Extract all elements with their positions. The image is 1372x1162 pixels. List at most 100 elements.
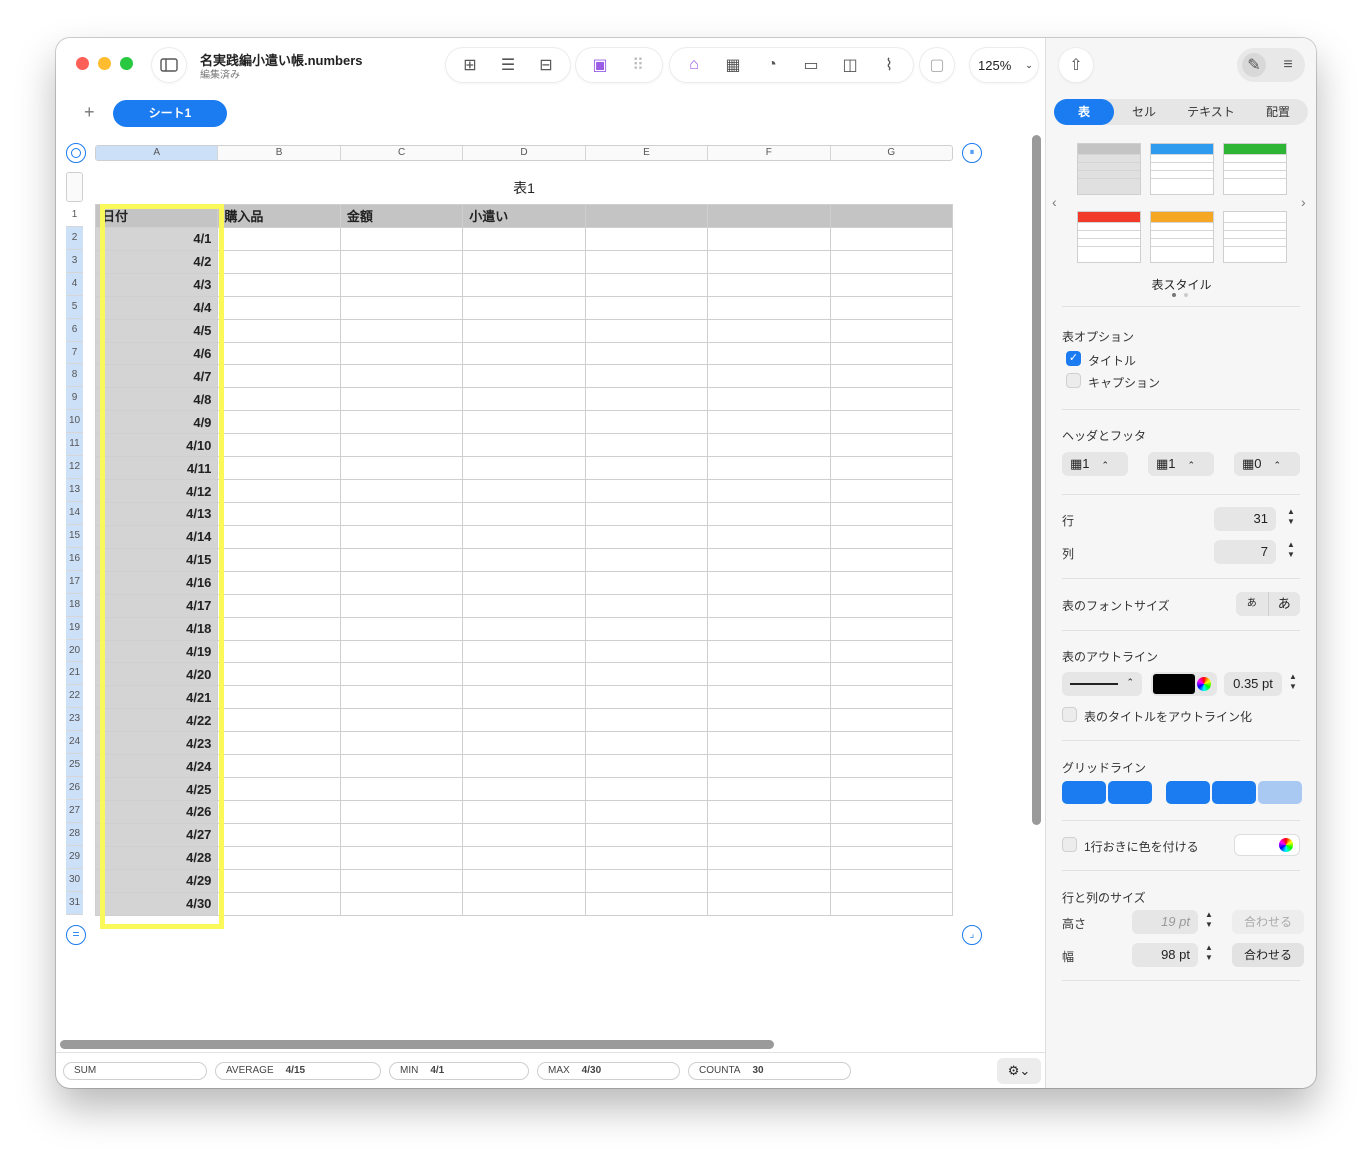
table-cell[interactable] [217,341,341,366]
table-cell[interactable] [707,570,831,595]
date-cell[interactable]: 4/7 [94,364,219,389]
row-header[interactable]: 26 [66,777,83,800]
outline-color-well[interactable] [1151,672,1217,696]
comment-button[interactable]: ▢ [920,48,954,82]
table-cell[interactable] [829,387,954,412]
gridline-horizontal-body-button[interactable] [1062,781,1106,804]
row-header[interactable]: 5 [66,295,83,319]
table-cell[interactable] [829,433,954,458]
table-cell[interactable] [339,410,464,435]
gridline-vertical-body-button[interactable] [1108,781,1152,804]
table-cell[interactable] [829,868,954,893]
date-cell[interactable]: 4/14 [94,524,219,549]
header-cell[interactable] [584,204,709,228]
minimize-window-button[interactable] [98,57,111,70]
table-cell[interactable] [462,639,586,664]
close-window-button[interactable] [76,57,89,70]
table-cell[interactable] [462,226,586,251]
column-header-c[interactable]: C [341,146,464,160]
table-cell[interactable] [339,616,464,641]
date-cell[interactable]: 4/10 [94,433,219,458]
share-button[interactable]: ⇧ [1059,48,1093,82]
table-cell[interactable] [584,822,709,847]
table-cell[interactable] [584,685,709,710]
table-cell[interactable] [707,249,831,274]
column-header-a[interactable]: A [96,146,219,160]
table-cell[interactable] [584,731,709,756]
alternate-color-well[interactable] [1234,834,1300,856]
row-header[interactable]: 21 [66,662,83,686]
table-cell[interactable] [217,226,341,251]
table-cell[interactable] [217,479,341,503]
date-cell[interactable]: 4/9 [94,410,219,435]
table-cell[interactable] [217,662,341,687]
outline-width-stepper[interactable]: ▲ ▼ [1286,672,1300,692]
table-cell[interactable] [707,524,831,549]
table-cell[interactable] [584,456,709,481]
cols-field[interactable]: 7 [1214,540,1276,564]
table-style-orange[interactable] [1150,211,1214,263]
column-header-e[interactable]: E [586,146,709,160]
table-cell[interactable] [339,456,464,481]
add-column-handle[interactable]: ⏸ [962,143,982,163]
row-header[interactable]: 18 [66,593,83,617]
table-cell[interactable] [829,249,954,274]
table-cell[interactable] [584,501,709,526]
table-cell[interactable] [707,868,831,893]
table-cell[interactable] [217,295,341,320]
gridline-header-col-button[interactable] [1212,781,1256,804]
row-header[interactable]: 27 [66,799,83,823]
date-cell[interactable]: 4/12 [94,479,219,503]
header-cell[interactable]: 金額 [339,204,464,228]
row-header[interactable]: 1 [66,204,83,227]
table-cell[interactable] [339,226,464,251]
add-row-icon[interactable]: ⊞ [458,53,482,77]
horizontal-scrollbar[interactable] [60,1040,774,1049]
table-cell[interactable] [217,845,341,870]
date-cell[interactable]: 4/15 [94,547,219,572]
table-cell[interactable] [707,410,831,435]
table-cell[interactable] [339,387,464,412]
tab-arrange[interactable]: 配置 [1248,99,1308,125]
outline-title-checkbox[interactable] [1062,707,1077,722]
table-cell[interactable] [829,639,954,664]
table-cell[interactable] [829,754,954,779]
title-checkbox[interactable]: ✓ [1066,351,1081,366]
table-cell[interactable] [584,479,709,503]
table-cell[interactable] [462,868,586,893]
table-cell[interactable] [584,616,709,641]
sidebar-toggle-button[interactable] [152,48,186,82]
table-cell[interactable] [584,708,709,733]
table-cell[interactable] [707,272,831,297]
table-cell[interactable] [707,731,831,756]
table-cell[interactable] [829,822,954,847]
width-stepper[interactable]: ▲ ▼ [1202,943,1216,963]
table-cell[interactable] [707,433,831,458]
table-style-gray[interactable] [1077,143,1141,195]
table-cell[interactable] [217,616,341,641]
table-cell[interactable] [462,822,586,847]
cols-stepper[interactable]: ▲ ▼ [1284,540,1298,560]
table-cell[interactable] [339,822,464,847]
table-cell[interactable] [217,318,341,343]
date-cell[interactable]: 4/25 [94,777,219,801]
table-cell[interactable] [829,479,954,503]
date-cell[interactable]: 4/24 [94,754,219,779]
table-cell[interactable] [707,822,831,847]
table-cell[interactable] [339,891,464,916]
table-cell[interactable] [829,891,954,916]
table-cell[interactable] [829,456,954,481]
table-cell[interactable] [217,639,341,664]
table-cell[interactable] [339,868,464,893]
table-style-plain[interactable] [1223,211,1287,263]
table-cell[interactable] [217,410,341,435]
table-cell[interactable] [829,547,954,572]
date-cell[interactable]: 4/8 [94,387,219,412]
row-header[interactable]: 25 [66,754,83,778]
table-cell[interactable] [217,708,341,733]
table-cell[interactable] [707,547,831,572]
date-cell[interactable]: 4/26 [94,799,219,824]
table-cell[interactable] [829,662,954,687]
table-cell[interactable] [707,364,831,389]
table-cell[interactable] [339,295,464,320]
